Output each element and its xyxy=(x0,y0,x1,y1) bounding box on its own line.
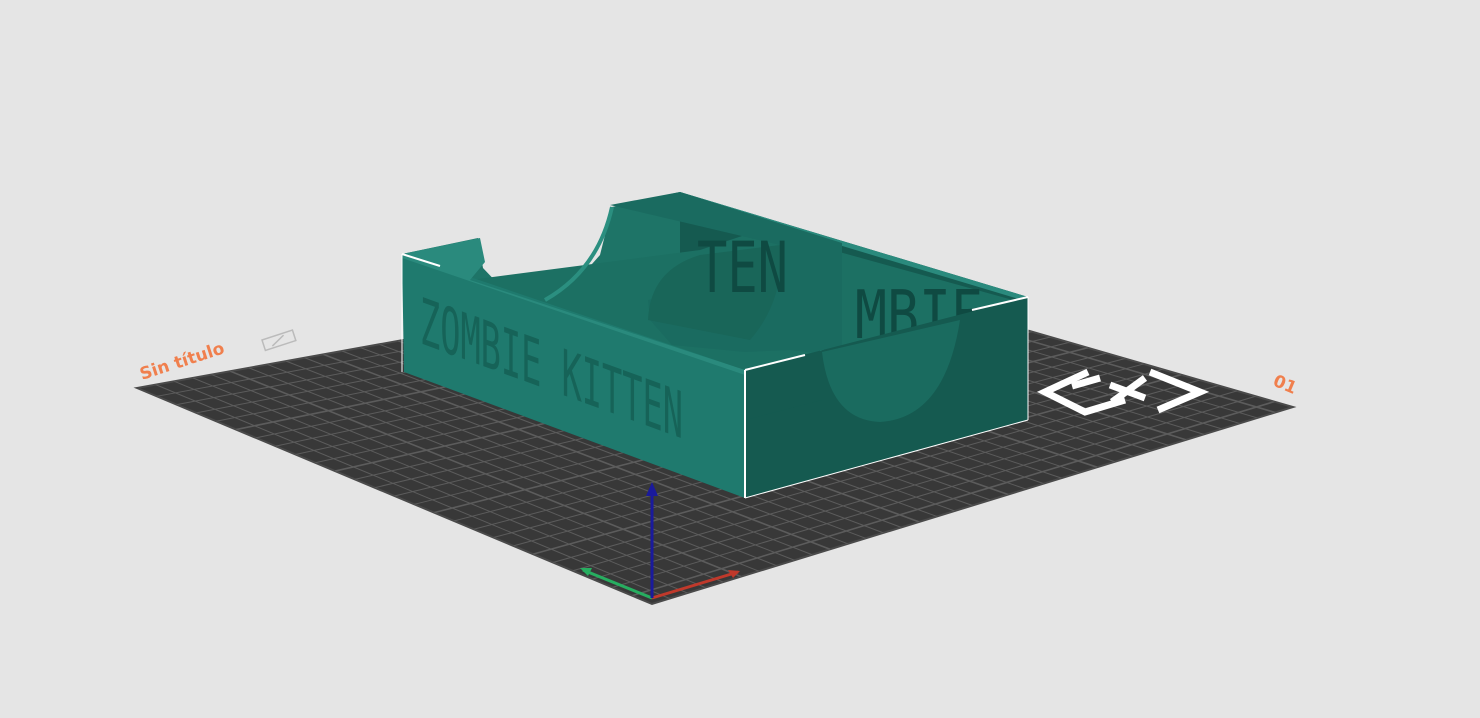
plate-number-label: 01 xyxy=(1270,371,1300,399)
3d-viewport[interactable]: Sin título 01 TEN MBIE ZOMBIE KITTEN xyxy=(0,0,1480,718)
scene-canvas[interactable]: Sin título 01 TEN MBIE ZOMBIE KITTEN xyxy=(0,0,1480,718)
back-wall-text: TEN xyxy=(697,228,788,309)
plate-edit-icon[interactable] xyxy=(261,329,297,352)
